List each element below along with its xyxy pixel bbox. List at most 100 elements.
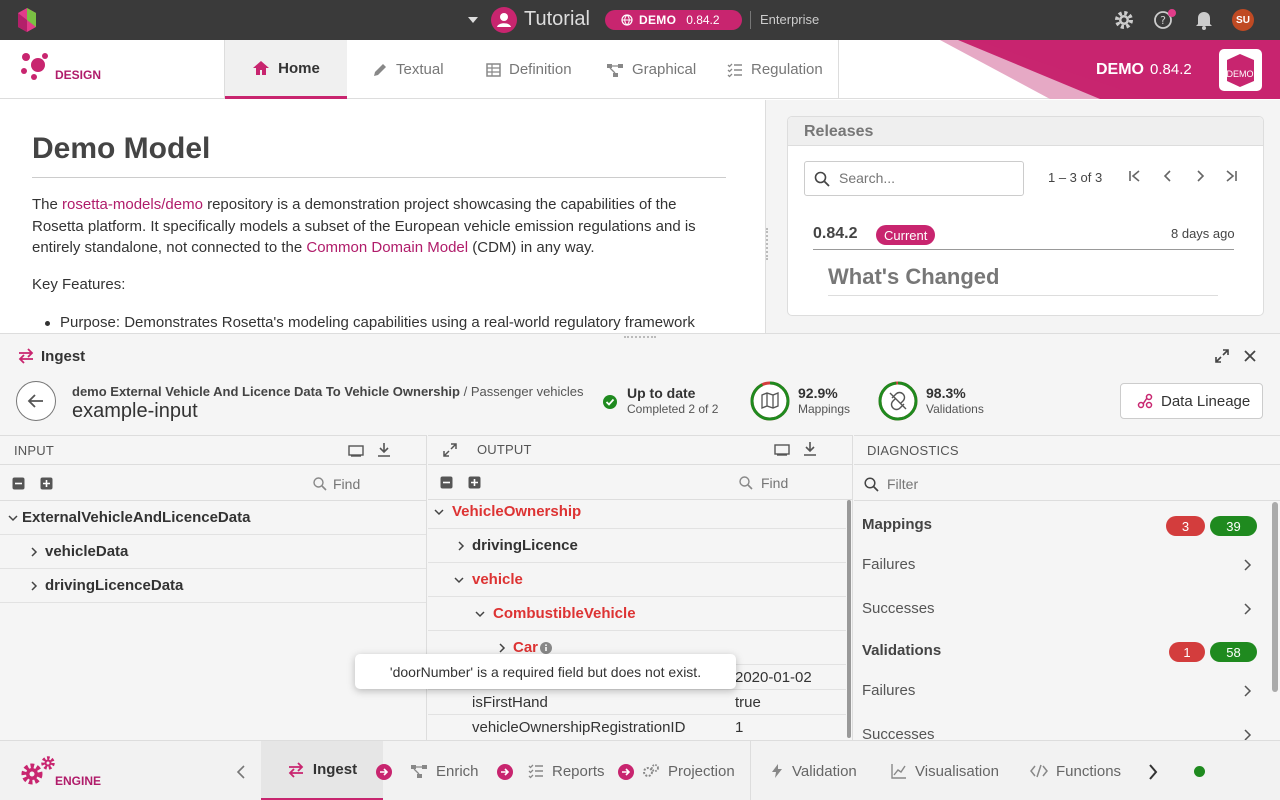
tree-row[interactable]: drivingLicenceData bbox=[0, 569, 426, 603]
mappings-successes-row[interactable]: Successes bbox=[854, 587, 1268, 631]
app-logo-icon[interactable] bbox=[16, 7, 38, 33]
download-icon[interactable] bbox=[376, 442, 392, 458]
validations-failures-row[interactable]: Failures bbox=[854, 669, 1268, 713]
pencil-icon bbox=[374, 63, 386, 76]
chevron-right-icon[interactable] bbox=[456, 540, 466, 551]
repo-link[interactable]: rosetta-models/demo bbox=[62, 196, 203, 213]
top-bar: Tutorial DEMO 0.84.2 Enterprise ? SU bbox=[0, 0, 1280, 40]
footer-tab-visualisation[interactable]: Visualisation bbox=[891, 741, 999, 800]
releases-search-input[interactable] bbox=[839, 170, 1009, 186]
footer-tab-validation[interactable]: Validation bbox=[770, 741, 857, 800]
breadcrumb-main[interactable]: demo External Vehicle And Licence Data T… bbox=[72, 384, 460, 399]
tab-graphical[interactable]: Graphical bbox=[606, 40, 696, 99]
preview-icon[interactable] bbox=[348, 444, 364, 458]
chevron-down-icon[interactable] bbox=[454, 575, 464, 585]
back-button[interactable] bbox=[16, 381, 56, 421]
checklist-icon bbox=[528, 764, 543, 779]
home-icon bbox=[253, 61, 270, 75]
tab-regulation[interactable]: Regulation bbox=[727, 40, 823, 99]
next-page-icon[interactable] bbox=[1193, 169, 1207, 183]
validations-successes-row[interactable]: Successes bbox=[854, 713, 1268, 743]
tree-row[interactable]: CombustibleVehicle bbox=[428, 597, 846, 631]
vertical-splitter[interactable] bbox=[765, 100, 787, 333]
input-find[interactable] bbox=[333, 476, 418, 492]
chevron-down-icon[interactable] bbox=[8, 513, 18, 523]
tab-textual[interactable]: Textual bbox=[372, 40, 444, 99]
node-label: vehicleData bbox=[45, 543, 129, 560]
tree-row[interactable]: ExternalVehicleAndLicenceData bbox=[0, 501, 426, 535]
mappings-failures-row[interactable]: Failures bbox=[854, 543, 1268, 587]
footer-tab-ingest[interactable]: Ingest bbox=[261, 741, 383, 800]
tab-home[interactable]: Home bbox=[225, 40, 347, 99]
svg-text:?: ? bbox=[1160, 14, 1166, 27]
prev-page-icon[interactable] bbox=[1161, 169, 1175, 183]
last-page-icon[interactable] bbox=[1224, 169, 1238, 183]
tree-row[interactable]: drivingLicence bbox=[428, 529, 846, 563]
node-label: VehicleOwnership bbox=[452, 503, 582, 520]
avatar[interactable]: SU bbox=[1232, 9, 1254, 31]
code-icon bbox=[1030, 764, 1048, 778]
tab-definition[interactable]: Definition bbox=[486, 40, 572, 99]
tree-row[interactable]: isFirstHand true bbox=[428, 690, 846, 715]
first-page-icon[interactable] bbox=[1128, 169, 1142, 183]
preview-icon[interactable] bbox=[774, 443, 790, 457]
env-pill[interactable]: DEMO 0.84.2 bbox=[605, 10, 742, 30]
bell-icon[interactable] bbox=[1194, 9, 1214, 31]
mappings-fail-count: 3 bbox=[1166, 516, 1205, 536]
horizontal-splitter-handle[interactable] bbox=[624, 336, 656, 339]
project-title[interactable]: Tutorial bbox=[524, 8, 590, 31]
expand-icon[interactable] bbox=[1214, 348, 1230, 364]
scrollbar[interactable] bbox=[847, 500, 851, 738]
engine-logo-icon bbox=[21, 756, 55, 785]
expand-all-icon[interactable] bbox=[468, 476, 481, 489]
tree-row[interactable]: vehicleData bbox=[0, 535, 426, 569]
search-icon bbox=[814, 171, 830, 187]
rule bbox=[828, 295, 1218, 296]
footer-tab-projection[interactable]: Projection bbox=[642, 741, 735, 800]
footer-tab-enrich[interactable]: Enrich bbox=[410, 741, 479, 800]
chevron-right-icon[interactable] bbox=[497, 642, 507, 653]
home-document: Demo Model The rosetta-models/demo repos… bbox=[0, 100, 765, 332]
help-icon[interactable]: ? bbox=[1153, 8, 1179, 32]
chevron-down-icon[interactable] bbox=[434, 507, 444, 517]
gear-icon[interactable] bbox=[1113, 9, 1135, 31]
tree-row[interactable]: VehicleOwnership bbox=[428, 495, 846, 529]
expand-icon[interactable] bbox=[442, 442, 458, 458]
release-range: 1 – 3 of 3 bbox=[1048, 170, 1103, 185]
connection-status-dot bbox=[1194, 766, 1205, 777]
expand-all-icon[interactable] bbox=[40, 477, 53, 490]
user-icon[interactable] bbox=[491, 7, 517, 33]
chevron-right-icon[interactable] bbox=[29, 580, 39, 591]
collapse-all-icon[interactable] bbox=[12, 477, 25, 490]
tree-row[interactable]: vehicleOwnershipRegistrationID 1 bbox=[428, 715, 846, 740]
output-find[interactable] bbox=[761, 475, 846, 491]
cdm-link[interactable]: Common Domain Model bbox=[306, 239, 468, 256]
field-key: vehicleOwnershipRegistrationID bbox=[472, 719, 686, 736]
search-icon bbox=[313, 477, 327, 491]
footer-tab-reports[interactable]: Reports bbox=[528, 741, 605, 800]
chevron-left-icon[interactable] bbox=[235, 765, 247, 779]
diagnostics-filter[interactable] bbox=[887, 476, 1267, 492]
svg-text:DEMO: DEMO bbox=[1227, 69, 1254, 79]
chevron-down-icon[interactable] bbox=[475, 609, 485, 619]
breadcrumb-sub[interactable]: Passenger vehicles bbox=[471, 384, 584, 399]
download-icon[interactable] bbox=[802, 441, 818, 457]
footer-tab-functions[interactable]: Functions bbox=[1030, 741, 1121, 800]
data-lineage-button[interactable]: Data Lineage bbox=[1120, 383, 1263, 419]
arrow-circle-icon bbox=[618, 764, 634, 780]
close-icon[interactable] bbox=[1244, 350, 1256, 362]
chevron-right-icon[interactable] bbox=[1147, 764, 1159, 780]
info-icon[interactable] bbox=[540, 641, 553, 654]
diagnostics-panel: DIAGNOSTICS Mappings 3 39 Failures Succe… bbox=[854, 435, 1280, 743]
output-header: OUTPUT bbox=[477, 442, 532, 457]
chevron-down-icon[interactable] bbox=[467, 16, 479, 24]
releases-search[interactable] bbox=[804, 161, 1024, 196]
scrollbar[interactable] bbox=[1272, 502, 1278, 692]
check-circle-icon bbox=[603, 395, 617, 409]
engine-footer: ENGINE Ingest Enrich Reports Projection … bbox=[0, 740, 1280, 800]
divider bbox=[750, 11, 751, 29]
chevron-right-icon[interactable] bbox=[29, 546, 39, 557]
collapse-all-icon[interactable] bbox=[440, 476, 453, 489]
tree-row[interactable]: vehicle bbox=[428, 563, 846, 597]
release-version[interactable]: 0.84.2 bbox=[813, 225, 857, 243]
